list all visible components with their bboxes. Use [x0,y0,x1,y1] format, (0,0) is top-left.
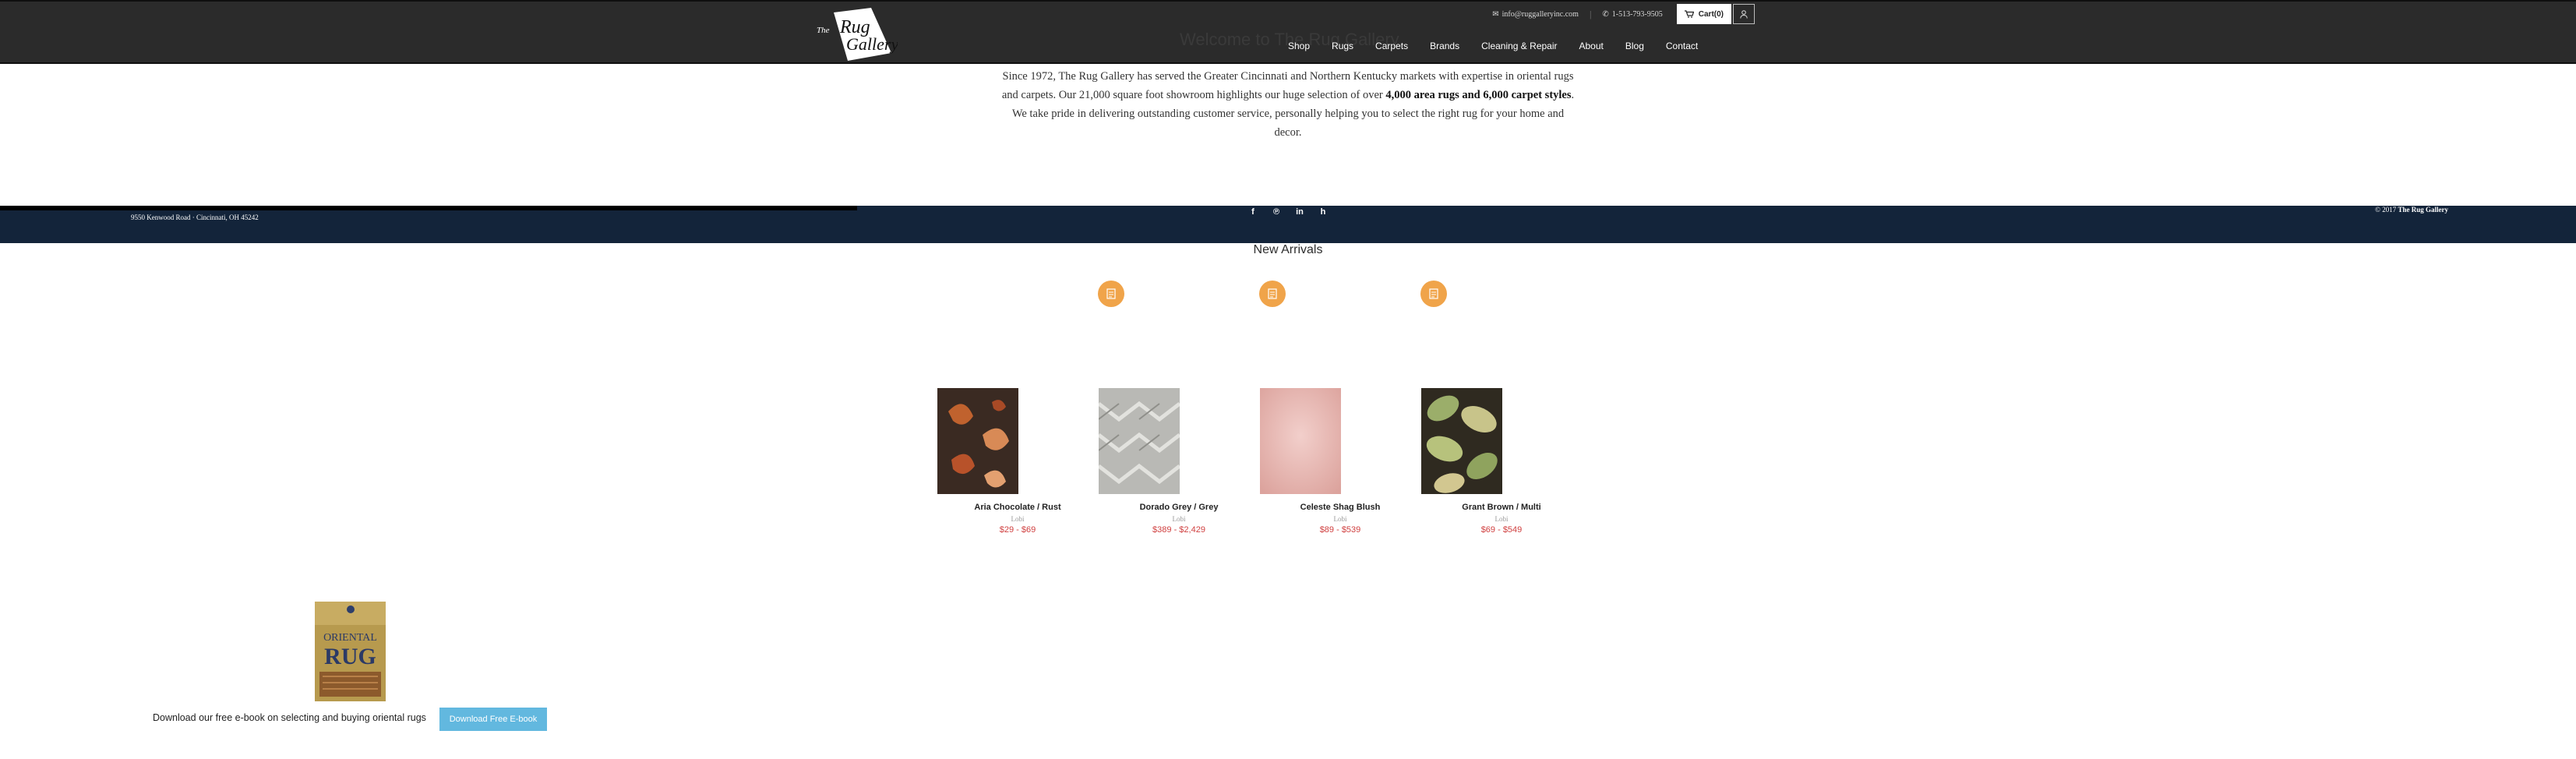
product-card[interactable]: Celeste Shag Blush Lobi $89 - $539 [1260,388,1420,535]
product-price: $389 - $2,429 [1152,525,1205,535]
footer-strip: 9550 Kenwood Road · Cincinnati, OH 45242… [0,206,2576,243]
new-badge-3 [1420,281,1447,307]
nav-carpets[interactable]: Carpets [1375,41,1408,51]
product-price: $29 - $69 [999,525,1036,535]
nav-blog[interactable]: Blog [1625,41,1644,51]
phone-icon: ✆ [1602,9,1609,19]
ebook-cover[interactable]: ORIENTAL RUG [315,602,386,701]
store-address: 9550 Kenwood Road · Cincinnati, OH 45242 [131,214,259,221]
intro-paragraph: Since 1972, The Rug Gallery has served t… [1000,67,1576,142]
nav-cleaning-repair[interactable]: Cleaning & Repair [1481,41,1557,51]
product-name[interactable]: Celeste Shag Blush [1260,503,1420,512]
product-image-aria[interactable] [937,388,1018,494]
nav-contact[interactable]: Contact [1666,41,1698,51]
product-brand: Lobi [1333,515,1347,523]
product-card[interactable]: Dorado Grey / Grey Lobi $389 - $2,429 [1099,388,1259,535]
svg-text:Gallery: Gallery [846,34,898,54]
product-name[interactable]: Aria Chocolate / Rust [937,503,1098,512]
product-price: $89 - $539 [1319,525,1361,535]
user-icon [1740,9,1748,19]
new-badge-2 [1259,281,1286,307]
ebook-cover-line-1: ORIENTAL [323,632,377,644]
nav-brands[interactable]: Brands [1430,41,1459,51]
envelope-icon: ✉ [1492,9,1499,19]
new-tag-icon [1268,288,1277,299]
main-nav: Shop Rugs Carpets Brands Cleaning & Repa… [1288,41,1720,51]
cart-button[interactable]: Cart(0) [1676,4,1731,24]
rug-gallery-logo[interactable]: The Rug Gallery [817,6,898,62]
product-card[interactable]: Aria Chocolate / Rust Lobi $29 - $69 [937,388,1098,535]
product-image-dorado[interactable] [1099,388,1180,494]
top-contact-bar: ✉ info@ruggalleryinc.com | ✆ 1-513-793-9… [1492,4,1755,24]
nav-about[interactable]: About [1579,41,1604,51]
email-text: info@ruggalleryinc.com [1501,9,1579,19]
new-tag-icon [1429,288,1438,299]
nav-shop[interactable]: Shop [1288,41,1310,51]
product-brand: Lobi [1172,515,1186,523]
email-link[interactable]: ✉ info@ruggalleryinc.com [1492,10,1579,19]
pinterest-icon[interactable]: ℗ [1270,206,1283,218]
strip-divider [0,206,857,210]
product-image-celeste[interactable] [1260,388,1341,494]
linkedin-icon[interactable]: in [1293,206,1306,218]
new-badge-1 [1098,281,1124,307]
ebook-promo-text: Download our free e-book on selecting an… [153,712,426,723]
account-button[interactable] [1733,4,1755,24]
new-tag-icon [1106,288,1116,299]
phone-text: 1-513-793-9505 [1611,9,1663,19]
cart-icon [1684,10,1694,18]
phone-link[interactable]: ✆ 1-513-793-9505 [1602,10,1662,19]
product-card[interactable]: Grant Brown / Multi Lobi $69 - $549 [1421,388,1582,535]
download-ebook-button[interactable]: Download Free E-book [439,708,547,731]
topbar-divider: | [1589,8,1592,19]
svg-text:The: The [817,26,830,35]
product-brand: Lobi [1011,515,1025,523]
houzz-icon[interactable]: h [1317,206,1329,218]
copyright: © 2017 The Rug Gallery [2375,206,2448,214]
new-arrivals-heading: New Arrivals [1253,243,1323,256]
facebook-icon[interactable]: f [1247,206,1259,218]
ebook-cover-line-2: RUG [324,644,376,669]
nav-rugs[interactable]: Rugs [1332,41,1353,51]
product-name[interactable]: Dorado Grey / Grey [1099,503,1259,512]
product-price: $69 - $549 [1480,525,1523,535]
social-links: f ℗ in h [1247,206,1329,218]
cart-label: Cart(0) [1698,9,1724,19]
intro-text-bold: 4,000 area rugs and 6,000 carpet styles [1385,89,1572,101]
product-image-grant[interactable] [1421,388,1502,494]
copyright-name: The Rug Gallery [2398,206,2449,214]
site-header: The Rug Gallery ✉ info@ruggalleryinc.com… [0,0,2576,64]
copyright-prefix: © 2017 [2375,206,2397,214]
product-brand: Lobi [1494,515,1509,523]
product-name[interactable]: Grant Brown / Multi [1421,503,1582,512]
